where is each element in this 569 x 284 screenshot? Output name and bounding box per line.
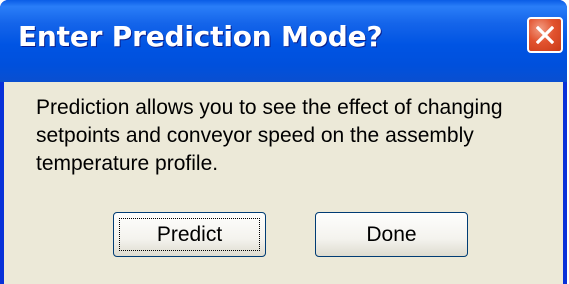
dialog-title: Enter Prediction Mode? — [18, 20, 383, 53]
done-button-label: Done — [366, 222, 417, 246]
close-x-icon — [536, 26, 554, 44]
window-border-right — [563, 82, 567, 284]
title-bar[interactable]: Enter Prediction Mode? — [0, 0, 567, 82]
dialog-body: Prediction allows you to see the effect … — [4, 82, 563, 284]
dialog-message: Prediction allows you to see the effect … — [36, 96, 503, 175]
close-button[interactable] — [527, 17, 563, 53]
dialog-window: Enter Prediction Mode? Prediction allows… — [0, 0, 567, 284]
done-button[interactable]: Done — [315, 212, 468, 257]
focus-ring — [119, 218, 260, 251]
predict-button[interactable]: Predict — [113, 212, 266, 257]
